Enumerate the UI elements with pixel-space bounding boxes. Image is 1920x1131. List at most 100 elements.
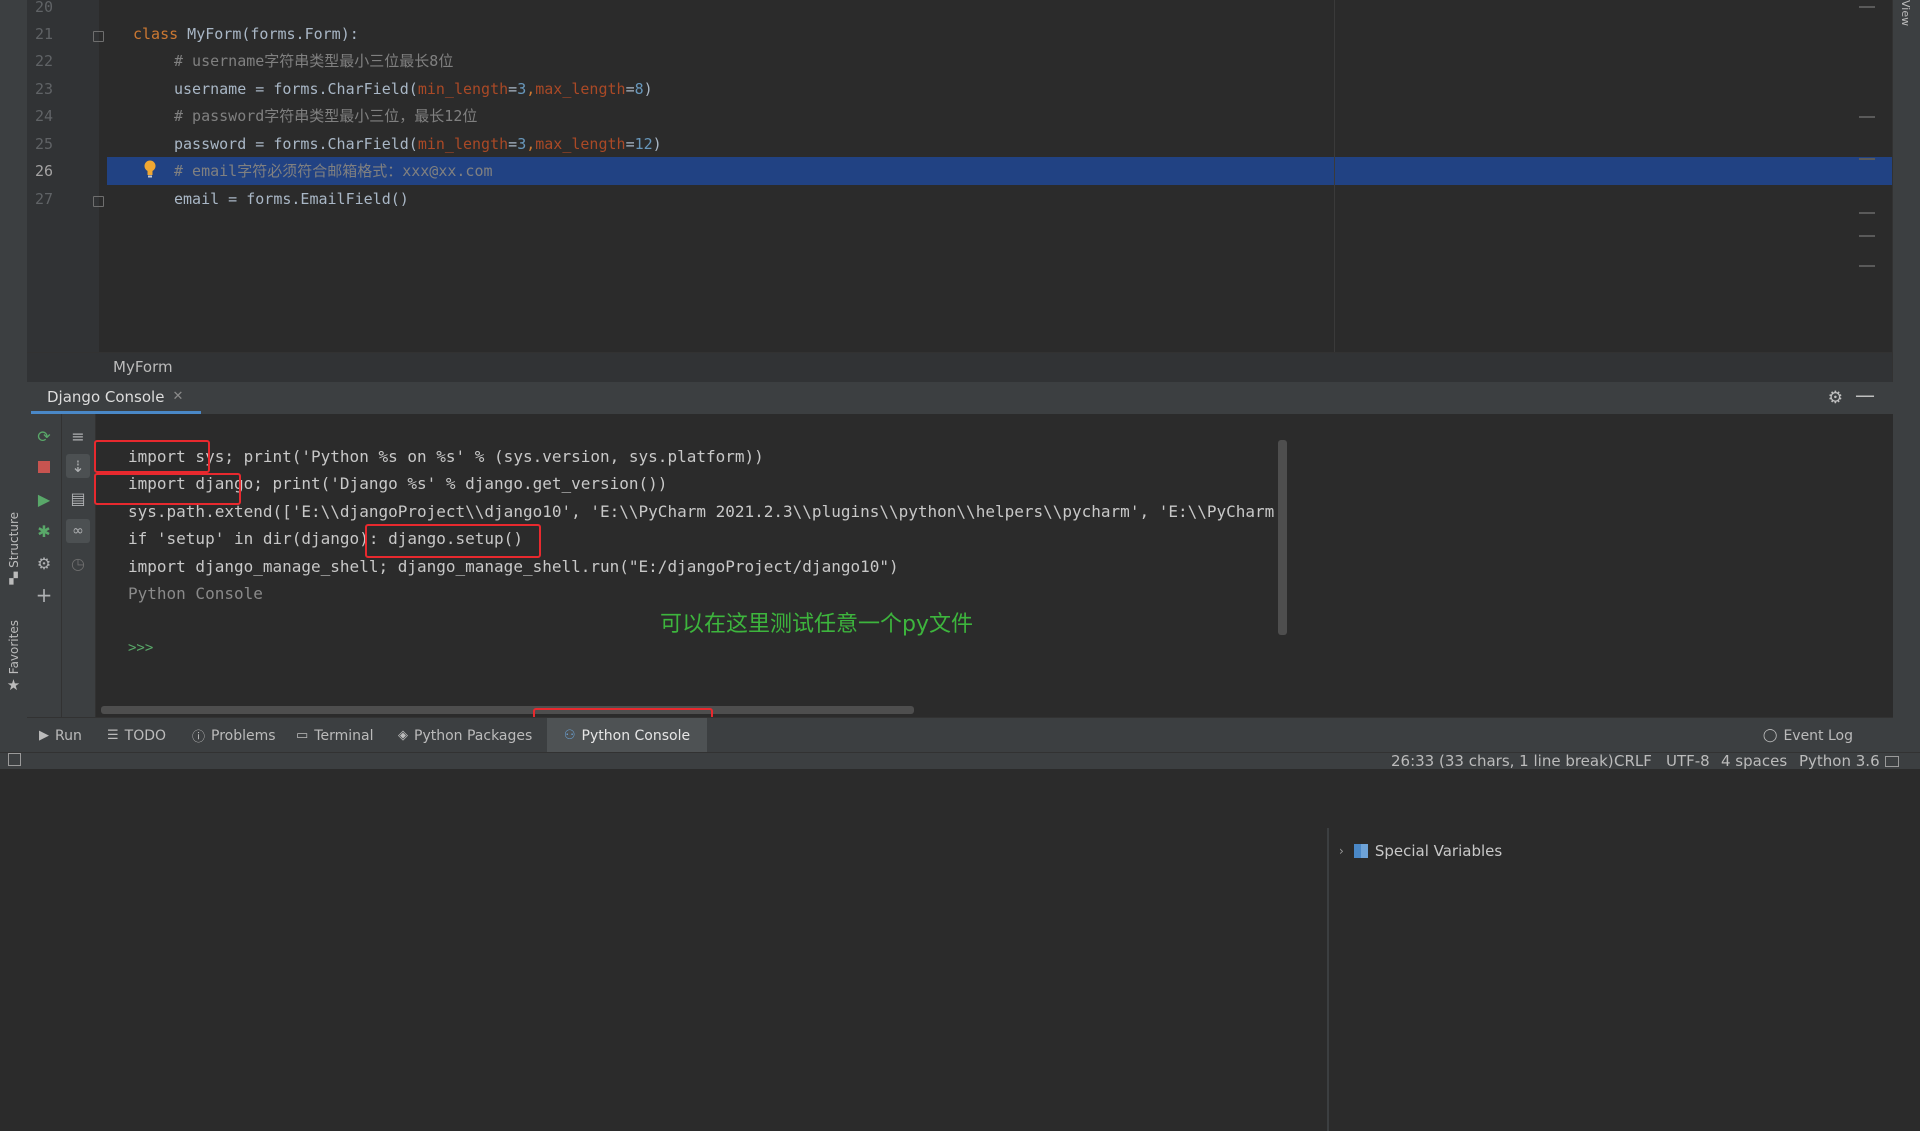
add-console-icon[interactable]: + (32, 583, 56, 607)
run-icon: ▶ (39, 728, 49, 743)
tab-label: Run (55, 727, 82, 744)
variables-icon (1353, 844, 1368, 858)
bottom-tool-tabs: ▶ Run ☰ TODO ⓘ Problems ▭ Terminal ◈ Python P… (27, 717, 1893, 753)
number-literal: 3 (517, 80, 527, 98)
code-line-class: class MyForm(forms.Form): (133, 21, 359, 48)
console-horizontal-scrollbar[interactable] (101, 706, 914, 714)
console-output[interactable]: import sys; print('Python %s on %s' % (s… (100, 414, 1314, 717)
console-toolbar-primary: ⟳ ▶ ✱ ⚙ + (27, 414, 62, 717)
line-number: 21 (34, 25, 53, 43)
param-name: max_length (535, 80, 626, 98)
list-icon: ☰ (107, 728, 119, 743)
breadcrumb-item[interactable]: MyForm (113, 358, 173, 376)
stop-button[interactable] (32, 455, 56, 479)
debug-icon[interactable]: ✱ (32, 519, 56, 543)
code-separator: , (526, 135, 536, 153)
code-text: = (625, 80, 635, 98)
interpreter[interactable]: Python 3.6 (1799, 751, 1880, 771)
stripe-mark (1859, 235, 1875, 237)
print-icon[interactable]: ▤ (66, 486, 90, 510)
current-line-number: 26 (34, 162, 53, 180)
code-text: ) (652, 135, 662, 153)
soft-wrap-icon[interactable]: ≡ (66, 424, 90, 448)
console-line: import sys; print('Python %s on %s' % (s… (128, 447, 764, 466)
tab-label: Terminal (314, 727, 374, 744)
chevron-right-icon: › (1339, 844, 1344, 858)
left-tool-strip: Structure ▞ Favorites ★ (0, 0, 28, 752)
close-icon[interactable]: ✕ (172, 389, 183, 404)
line-number: 20 (34, 0, 53, 16)
code-line-password: password = forms.CharField(min_length=3,… (174, 131, 662, 158)
stop-icon (38, 461, 50, 473)
code-editor[interactable]: 20 21 22 23 24 25 26 27 class MyForm(for… (27, 0, 1893, 352)
code-text: password = forms.CharField( (174, 135, 418, 153)
code-text: = (508, 135, 518, 153)
history-icon[interactable]: ◷ (66, 551, 90, 575)
indent-setting[interactable]: 4 spaces (1721, 751, 1787, 771)
console-panel: ⟳ ▶ ✱ ⚙ + ≡ ⇣ ▤ ∞ ◷ import sys; print('P… (27, 414, 1920, 1131)
console-tab-label: Django Console (47, 387, 165, 406)
file-encoding[interactable]: UTF-8 (1666, 751, 1710, 771)
stripe-mark (1859, 212, 1875, 214)
code-comment-current: # email字符必须符合邮箱格式：xxx@xx.com (174, 162, 493, 180)
line-number: 27 (34, 190, 53, 208)
tab-label: TODO (124, 727, 167, 744)
keyword: class (133, 25, 179, 43)
code-line-email: email = forms.EmailField() (174, 190, 409, 208)
tab-run[interactable]: ▶ Run (39, 718, 82, 753)
highlight-box (365, 524, 541, 558)
star-icon: ★ (6, 676, 21, 695)
settings-icon[interactable]: ⚙ (32, 551, 56, 575)
rerun-icon[interactable]: ⟳ (32, 424, 56, 448)
favorites-tool-tab[interactable]: Favorites ★ (0, 620, 27, 694)
run-icon[interactable]: ▶ (32, 487, 56, 511)
structure-tool-tab[interactable]: Structure ▞ (0, 512, 27, 585)
structure-icon: ▞ (9, 571, 18, 585)
number-literal: 8 (634, 80, 644, 98)
layout-toggle-icon[interactable] (8, 753, 21, 766)
tab-problems[interactable]: ⓘ Problems (192, 718, 276, 753)
tab-django-console[interactable]: Django Console ✕ (31, 382, 202, 414)
tab-todo[interactable]: ☰ TODO (107, 718, 166, 753)
line-number: 23 (34, 80, 53, 98)
param-name: min_length (417, 80, 509, 98)
show-variables-icon[interactable]: ∞ (66, 519, 90, 543)
status-bar: 26:33 (33 chars, 1 line break) CRLF UTF-… (0, 751, 1920, 771)
special-variables-node[interactable]: › Special Variables (1339, 842, 1502, 860)
editor-error-stripe[interactable] (1859, 0, 1875, 352)
tab-label: Python Console (581, 727, 691, 744)
tab-label: Python Packages (414, 727, 533, 744)
lock-icon[interactable] (1885, 756, 1899, 767)
line-number: 22 (34, 52, 53, 70)
console-vertical-scrollbar[interactable] (1278, 440, 1287, 635)
event-log-icon: ◯ (1762, 728, 1778, 743)
variables-panel: › Special Variables (1327, 828, 1920, 1131)
packages-icon: ◈ (398, 728, 408, 743)
stripe-mark (1859, 6, 1875, 8)
tab-python-packages[interactable]: ◈ Python Packages (398, 718, 532, 753)
gear-icon[interactable]: ⚙ (1828, 388, 1843, 408)
param-name: max_length (535, 135, 626, 153)
minimize-icon[interactable]: — (1855, 383, 1875, 407)
console-header: Django Console ✕ ⚙ — (27, 382, 1893, 415)
class-signature: MyForm(forms.Form): (178, 25, 359, 43)
tab-terminal[interactable]: ▭ Terminal (296, 718, 373, 753)
right-tool-strip: View (1892, 0, 1920, 752)
tab-python-console[interactable]: ⚇ Python Console (547, 718, 707, 753)
line-separator[interactable]: CRLF (1614, 751, 1652, 771)
problems-icon: ⓘ (192, 730, 206, 745)
code-text: = (625, 135, 635, 153)
code-line-username: username = forms.CharField(min_length=3,… (174, 76, 653, 103)
code-comment: # username字符串类型最小三位最长8位 (174, 52, 454, 70)
code-area[interactable]: class MyForm(forms.Form): # username字符串类… (99, 0, 1893, 352)
highlight-box (94, 440, 210, 473)
event-log-button[interactable]: ◯ Event Log (1763, 718, 1853, 753)
scroll-to-end-icon[interactable]: ⇣ (66, 454, 90, 478)
view-tool-tab[interactable]: View (1899, 0, 1912, 26)
number-literal: 12 (634, 135, 653, 153)
console-prompt[interactable]: >>> (128, 635, 153, 662)
console-toolbar-secondary: ≡ ⇣ ▤ ∞ ◷ (62, 414, 96, 717)
breadcrumb: MyForm (27, 352, 1893, 382)
caret-position[interactable]: 26:33 (33 chars, 1 line break) (1391, 751, 1614, 771)
stripe-mark (1859, 265, 1875, 267)
